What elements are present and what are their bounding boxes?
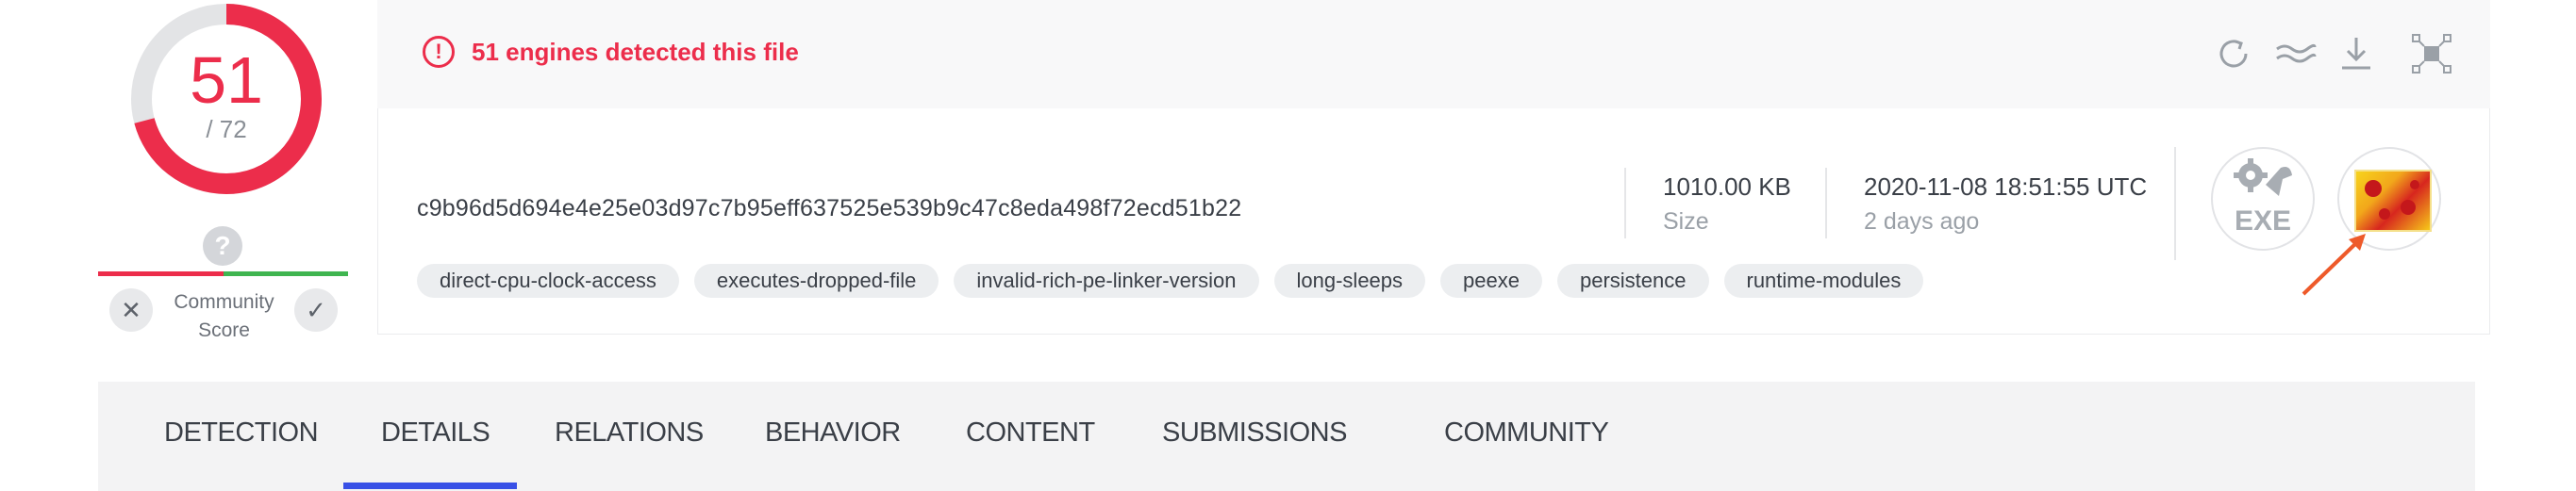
tag-list: direct-cpu-clock-access executes-dropped…: [417, 264, 1924, 298]
tag-runtime-modules[interactable]: runtime-modules: [1723, 264, 1924, 298]
file-size-value: 1010.00 KB: [1663, 172, 1791, 201]
file-icon-image: [2354, 170, 2432, 232]
vote-harmful-button[interactable]: ✕: [109, 288, 153, 332]
engine-total: / 72: [206, 115, 247, 143]
tab-community[interactable]: COMMUNITY: [1444, 417, 1609, 449]
tag-invalid-rich-pe-linker-version[interactable]: invalid-rich-pe-linker-version: [954, 264, 1259, 298]
divider: [1624, 168, 1626, 238]
detection-count: 51: [190, 43, 263, 117]
annotation-arrow-icon: [2292, 226, 2386, 302]
detection-alert-text: 51 engines detected this file: [472, 38, 799, 66]
divider: [2174, 147, 2176, 260]
tab-details[interactable]: DETAILS: [381, 417, 490, 449]
alert-icon: !: [423, 36, 455, 68]
active-tab-indicator: [343, 483, 517, 489]
graph-icon[interactable]: [2410, 32, 2453, 75]
detection-score-gauge: 51 / 72: [127, 0, 325, 198]
tab-submissions[interactable]: SUBMISSIONS: [1162, 417, 1347, 449]
community-help-icon[interactable]: ?: [203, 226, 242, 266]
tag-long-sleeps[interactable]: long-sleeps: [1273, 264, 1426, 298]
reanalyze-icon[interactable]: [2212, 32, 2255, 75]
file-size-label: Size: [1663, 208, 1709, 235]
tag-peexe[interactable]: peexe: [1440, 264, 1542, 298]
analysis-date-relative: 2 days ago: [1864, 208, 1980, 235]
analysis-date-value: 2020-11-08 18:51:55 UTC: [1864, 172, 2148, 201]
tag-direct-cpu-clock-access[interactable]: direct-cpu-clock-access: [417, 264, 679, 298]
download-icon[interactable]: [2335, 32, 2378, 75]
tab-behavior[interactable]: BEHAVIOR: [765, 417, 901, 449]
tab-detection[interactable]: DETECTION: [164, 417, 319, 449]
community-score-label: Community Score: [174, 291, 274, 341]
community-score-bar: [98, 271, 348, 276]
tab-content[interactable]: CONTENT: [966, 417, 1095, 449]
similar-icon[interactable]: [2273, 32, 2317, 75]
divider: [1825, 168, 1827, 238]
vote-harmless-button[interactable]: ✓: [294, 288, 338, 332]
tag-executes-dropped-file[interactable]: executes-dropped-file: [693, 264, 939, 298]
file-hash[interactable]: c9b96d5d694e4e25e03d97c7b95eff637525e539…: [417, 195, 1241, 222]
tab-relations[interactable]: RELATIONS: [555, 417, 704, 449]
tag-persistence[interactable]: persistence: [1556, 264, 1709, 298]
